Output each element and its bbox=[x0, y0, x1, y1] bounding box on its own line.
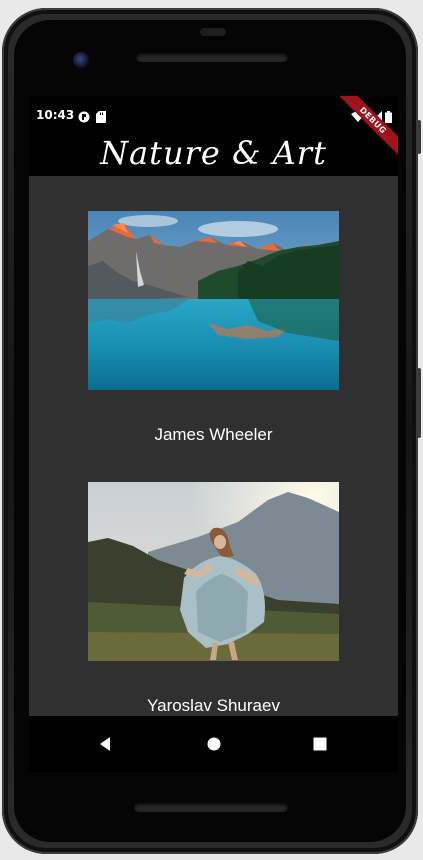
gallery-list[interactable]: James Wheeler Yaroslav Shuraev bbox=[29, 176, 398, 716]
bottom-speaker bbox=[134, 802, 288, 812]
mountain-lake-image[interactable] bbox=[88, 211, 339, 390]
woman-dancing-image[interactable] bbox=[88, 482, 339, 661]
home-icon[interactable] bbox=[204, 734, 224, 754]
app-bar: Nature & Art bbox=[29, 130, 398, 176]
status-bar: 10:43 DEBUG bbox=[29, 96, 398, 157]
app-title: Nature & Art bbox=[100, 134, 327, 172]
status-time: 10:43 bbox=[36, 108, 75, 122]
screen: 10:43 DEBUG Nature & Art James Wheeler Y… bbox=[29, 96, 398, 772]
earpiece-speaker bbox=[136, 52, 288, 62]
power-button bbox=[417, 120, 421, 154]
play-protect-icon bbox=[78, 108, 90, 127]
sd-card-icon bbox=[96, 108, 106, 127]
navigation-bar bbox=[29, 716, 398, 772]
front-camera bbox=[73, 52, 89, 68]
recents-icon[interactable] bbox=[310, 734, 330, 754]
volume-button bbox=[417, 368, 421, 438]
card-label: Yaroslav Shuraev bbox=[147, 696, 280, 715]
card-label: James Wheeler bbox=[154, 425, 273, 444]
back-icon[interactable] bbox=[96, 734, 116, 754]
sensor bbox=[200, 28, 226, 36]
